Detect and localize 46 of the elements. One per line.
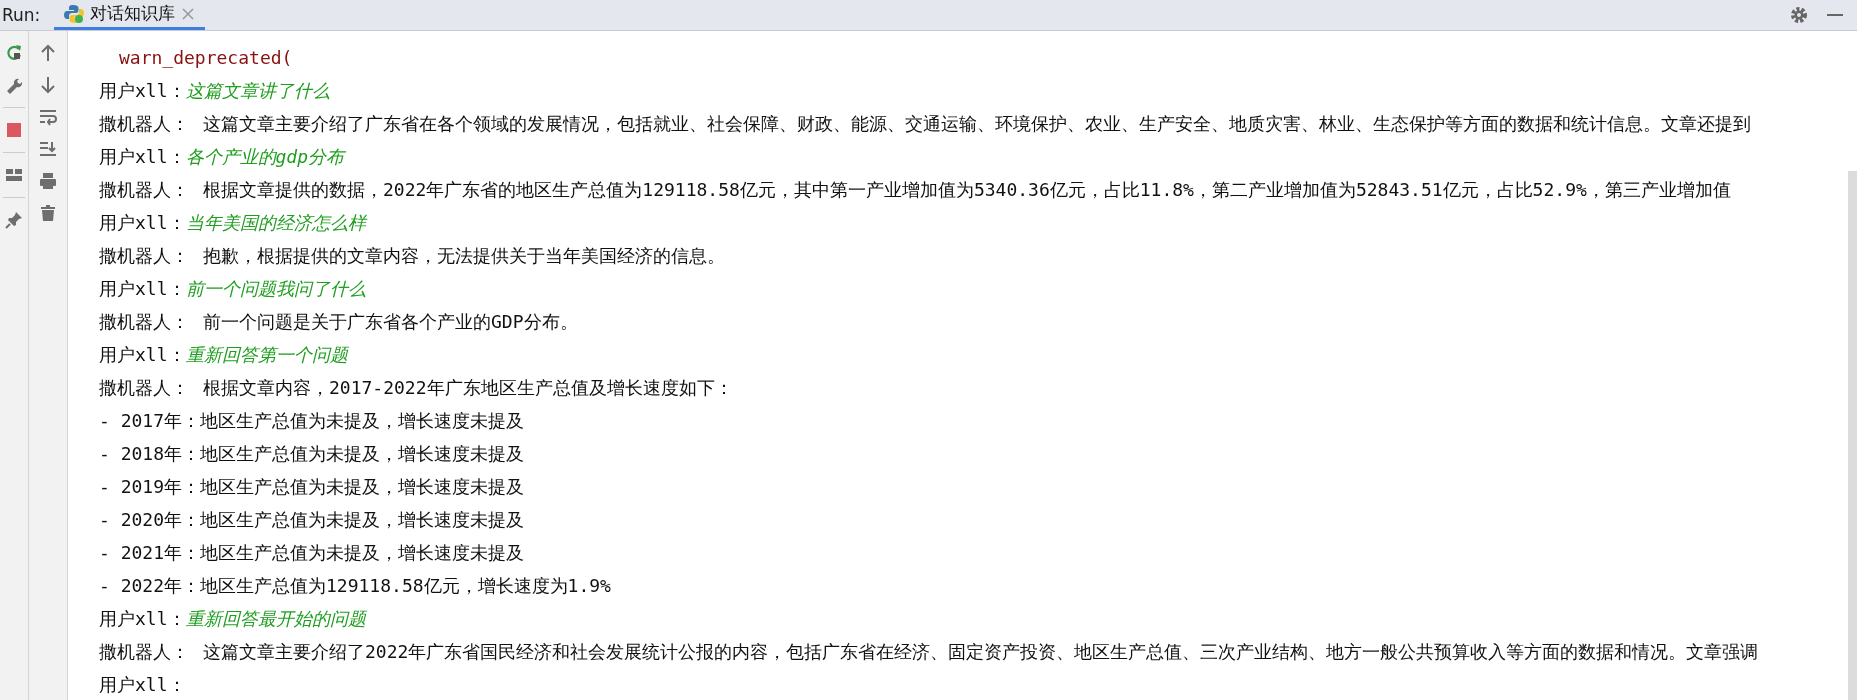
speaker-label: 撒机器人： — [99, 309, 189, 334]
print-icon[interactable] — [38, 171, 58, 191]
speaker-label: 用户xll： — [99, 672, 186, 697]
python-icon — [64, 3, 85, 24]
scroll-to-end-icon[interactable] — [38, 139, 58, 159]
console-text: - 2021年：地区生产总值为未提及，增长速度未提及 — [99, 540, 525, 565]
user-question: 前一个问题我问了什么 — [185, 276, 366, 301]
bot-answer: 根据文章提供的数据，2022年广东省的地区生产总值为129118.58亿元，其中第一产业增加值为5340.36亿元，占比11.8%，第二产业增加值为52843.51亿元，占比52.9%，第三产业增加值 — [203, 177, 1731, 202]
console-text: warn_deprecated( — [118, 47, 293, 68]
run-tab[interactable]: 对话知识库 — [54, 0, 206, 30]
scrollbar[interactable] — [1848, 171, 1857, 700]
console-text: - 2019年：地区生产总值为未提及，增长速度未提及 — [99, 474, 525, 499]
speaker-label: 撒机器人： — [99, 111, 189, 136]
speaker-label: 撒机器人： — [99, 375, 189, 400]
console-text: - 2020年：地区生产总值为未提及，增长速度未提及 — [99, 507, 525, 532]
user-question: 重新回答第一个问题 — [185, 342, 348, 367]
speaker-label: 用户xll： — [99, 342, 186, 367]
console-text: - 2018年：地区生产总值为未提及，增长速度未提及 — [99, 441, 525, 466]
speaker-label: 用户xll： — [99, 78, 186, 103]
user-question: 各个产业的gdp分布 — [185, 144, 345, 169]
user-question: 这篇文章讲了什么 — [185, 78, 330, 103]
speaker-label: 撒机器人： — [99, 243, 189, 268]
bot-answer: 这篇文章主要介绍了广东省在各个领域的发展情况，包括就业、社会保障、财政、能源、交通运输、环境保护、农业、生产安全、地质灾害、林业、生态保护等方面的数据和统计信息。文章还提到 — [203, 111, 1751, 136]
settings-icon[interactable] — [1789, 5, 1809, 25]
pin-icon[interactable] — [4, 210, 24, 230]
speaker-label: 撒机器人： — [99, 177, 189, 202]
bot-answer: 这篇文章主要介绍了2022年广东省国民经济和社会发展统计公报的内容，包括广东省在经济、固定资产投资、地区生产总值、三次产业结构、地方一般公共预算收入等方面的数据和情况。文章强调 — [203, 639, 1759, 664]
trash-icon[interactable] — [38, 203, 58, 223]
speaker-label: 用户xll： — [99, 606, 186, 631]
close-icon[interactable] — [181, 6, 196, 21]
console-text: - 2017年：地区生产总值为未提及，增长速度未提及 — [99, 408, 525, 433]
bot-answer: 抱歉，根据提供的文章内容，无法提供关于当年美国经济的信息。 — [203, 243, 725, 268]
user-question: 重新回答最开始的问题 — [185, 606, 366, 631]
bot-answer: 根据文章内容，2017-2022年广东地区生产总值及增长速度如下： — [203, 375, 733, 400]
speaker-label: 用户xll： — [99, 210, 186, 235]
rerun-icon[interactable] — [4, 43, 24, 63]
soft-wrap-icon[interactable] — [38, 107, 58, 127]
down-arrow-icon[interactable] — [38, 75, 58, 95]
speaker-label: 撒机器人： — [99, 639, 189, 664]
speaker-label: 用户xll： — [99, 276, 186, 301]
bot-answer: 前一个问题是关于广东省各个产业的GDP分布。 — [203, 309, 578, 334]
user-question: 当年美国的经济怎么样 — [185, 210, 366, 235]
stop-icon[interactable] — [4, 120, 24, 140]
speaker-label: 用户xll： — [99, 144, 186, 169]
run-label: Run: — [1, 5, 42, 25]
console-text: - 2022年：地区生产总值为129118.58亿元，增长速度为1.9% — [99, 573, 611, 598]
